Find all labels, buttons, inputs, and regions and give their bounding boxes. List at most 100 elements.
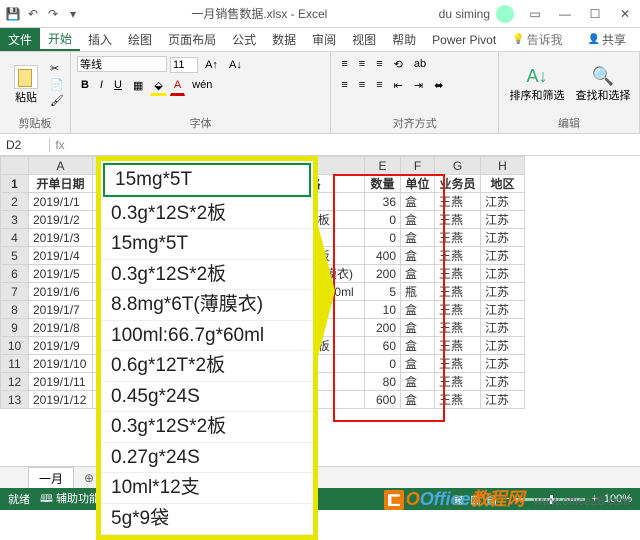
callout-row: 0.3g*12S*2板 <box>101 260 313 291</box>
hdr-h[interactable]: 地区 <box>481 175 525 193</box>
tab-insert[interactable]: 插入 <box>80 28 120 51</box>
fill-color-icon[interactable]: ⬙ <box>150 77 166 96</box>
decrease-font-icon[interactable]: A↓ <box>225 57 246 73</box>
increase-font-icon[interactable]: A↑ <box>201 57 222 73</box>
align-left-icon[interactable]: ≡ <box>337 77 351 94</box>
italic-button[interactable]: I <box>96 77 107 96</box>
find-icon: 🔍 <box>592 66 614 87</box>
save-icon[interactable]: 💾 <box>6 7 20 21</box>
underline-button[interactable]: U <box>110 77 126 96</box>
callout-row: 10ml*12支 <box>101 473 313 504</box>
watermark-logo-icon <box>384 490 404 510</box>
find-select-label: 查找和选择 <box>576 87 631 103</box>
callout-row: 15mg*5T <box>103 163 311 197</box>
align-middle-icon[interactable]: ≡ <box>355 56 369 73</box>
wrap-text-icon[interactable]: ab <box>410 56 430 73</box>
hdr-f[interactable]: 单位 <box>401 175 435 193</box>
callout-row: 0.3g*12S*2板 <box>101 199 313 230</box>
font-name-input[interactable] <box>77 56 167 72</box>
tab-home[interactable]: 开始 <box>40 28 80 51</box>
minimize-icon[interactable]: — <box>550 7 580 21</box>
redo-icon[interactable]: ↷ <box>46 7 60 21</box>
title-bar: 💾 ↶ ↷ ▾ 一月销售数据.xlsx - Excel du siming ▭ … <box>0 0 640 28</box>
user-name[interactable]: du siming <box>439 7 490 21</box>
hdr-e[interactable]: 数量 <box>365 175 401 193</box>
undo-icon[interactable]: ↶ <box>26 7 40 21</box>
tab-data[interactable]: 数据 <box>264 28 304 51</box>
find-select-button[interactable]: 🔍 查找和选择 <box>573 66 633 103</box>
orientation-icon[interactable]: ⟲ <box>390 56 407 73</box>
align-center-icon[interactable]: ≡ <box>355 77 369 94</box>
callout-row: 8.8mg*6T(薄膜衣) <box>101 290 313 321</box>
watermark-url: www.office26.com <box>534 494 631 508</box>
window-title: 一月销售数据.xlsx - Excel <box>80 5 439 22</box>
clipboard-label: 剪贴板 <box>6 113 64 131</box>
tab-draw[interactable]: 绘图 <box>120 28 160 51</box>
tab-file[interactable]: 文件 <box>0 28 40 51</box>
sort-filter-icon: A↓ <box>526 66 547 87</box>
status-ready: 就绪 <box>8 491 30 507</box>
watermark: OOffice教程网 www.office26.com <box>384 485 630 511</box>
align-bottom-icon[interactable]: ≡ <box>372 56 386 73</box>
ribbon-group-clipboard: 粘贴 ✂ 📄 🖌 剪贴板 <box>0 52 71 133</box>
ribbon-group-align: ≡ ≡ ≡ ⟲ ab ≡ ≡ ≡ ⇤ ⇥ ⬌ 对齐方式 <box>331 52 499 133</box>
sort-filter-button[interactable]: A↓ 排序和筛选 <box>505 66 569 103</box>
hdr-a[interactable]: 开单日期 <box>29 175 93 193</box>
zoom-callout: 15mg*5T0.3g*12S*2板15mg*5T0.3g*12S*2板8.8m… <box>96 156 318 540</box>
callout-row: 15mg*5T <box>101 229 313 260</box>
user-avatar[interactable] <box>496 5 514 23</box>
name-box[interactable]: D2 <box>0 138 50 152</box>
editing-group-label: 编辑 <box>505 113 633 131</box>
increase-indent-icon[interactable]: ⇥ <box>410 77 427 94</box>
cut-icon[interactable]: ✂ <box>50 62 64 75</box>
font-size-input[interactable] <box>170 57 198 73</box>
tab-help[interactable]: 帮助 <box>384 28 424 51</box>
merge-center-icon[interactable]: ⬌ <box>430 77 447 94</box>
decrease-indent-icon[interactable]: ⇤ <box>390 77 407 94</box>
ribbon-options-icon[interactable]: ▭ <box>520 7 550 21</box>
tab-review[interactable]: 审阅 <box>304 28 344 51</box>
ribbon-group-editing: A↓ 排序和筛选 🔍 查找和选择 编辑 <box>499 52 640 133</box>
hdr-g[interactable]: 业务员 <box>435 175 481 193</box>
font-color-icon[interactable]: A <box>170 77 185 96</box>
col-header-a[interactable]: A <box>29 157 93 175</box>
font-group-label: 字体 <box>77 113 324 131</box>
quick-access-toolbar: 💾 ↶ ↷ ▾ <box>0 7 80 21</box>
phonetic-icon[interactable]: wén <box>188 77 216 96</box>
ribbon-group-font: A↑ A↓ B I U ▦ ⬙ A wén 字体 <box>71 52 331 133</box>
tab-layout[interactable]: 页面布局 <box>160 28 224 51</box>
ribbon: 粘贴 ✂ 📄 🖌 剪贴板 A↑ A↓ B I U ▦ ⬙ A <box>0 52 640 134</box>
sort-filter-label: 排序和筛选 <box>510 87 565 103</box>
paste-button[interactable]: 粘贴 <box>6 65 46 105</box>
align-right-icon[interactable]: ≡ <box>372 77 386 94</box>
tab-view[interactable]: 视图 <box>344 28 384 51</box>
tab-formula[interactable]: 公式 <box>224 28 264 51</box>
align-group-label: 对齐方式 <box>337 113 492 131</box>
qat-more-icon[interactable]: ▾ <box>66 7 80 21</box>
close-icon[interactable]: ✕ <box>610 7 640 21</box>
callout-row: 0.27g*24S <box>101 443 313 474</box>
maximize-icon[interactable]: ☐ <box>580 7 610 21</box>
fx-icon[interactable]: fx <box>50 138 70 152</box>
col-header-e[interactable]: E <box>365 157 401 175</box>
callout-row: 100ml:66.7g*60ml <box>101 321 313 352</box>
col-header-f[interactable]: F <box>401 157 435 175</box>
ribbon-tabs: 文件 开始 插入 绘图 页面布局 公式 数据 审阅 视图 帮助 Power Pi… <box>0 28 640 52</box>
callout-row: 0.3g*12S*2板 <box>101 412 313 443</box>
col-header-g[interactable]: G <box>435 157 481 175</box>
callout-row: 0.45g*24S <box>101 382 313 413</box>
worksheet-area[interactable]: A B C D E F G H 1 开单日期 规格 数量 单位 业务员 地区 2… <box>0 156 640 466</box>
formula-bar: D2 fx <box>0 134 640 156</box>
tab-powerpivot[interactable]: Power Pivot <box>424 28 504 51</box>
col-header-h[interactable]: H <box>481 157 525 175</box>
tab-tell-me[interactable]: 告诉我 <box>504 28 570 51</box>
share-button[interactable]: 共享 <box>580 28 634 51</box>
format-painter-icon[interactable]: 🖌 <box>50 94 64 107</box>
select-all[interactable] <box>1 157 29 175</box>
align-top-icon[interactable]: ≡ <box>337 56 351 73</box>
border-icon[interactable]: ▦ <box>129 77 147 96</box>
bold-button[interactable]: B <box>77 77 93 96</box>
callout-row: 0.6g*12T*2板 <box>101 351 313 382</box>
copy-icon[interactable]: 📄 <box>50 78 64 91</box>
sheet-tab[interactable]: 一月 <box>28 467 74 488</box>
